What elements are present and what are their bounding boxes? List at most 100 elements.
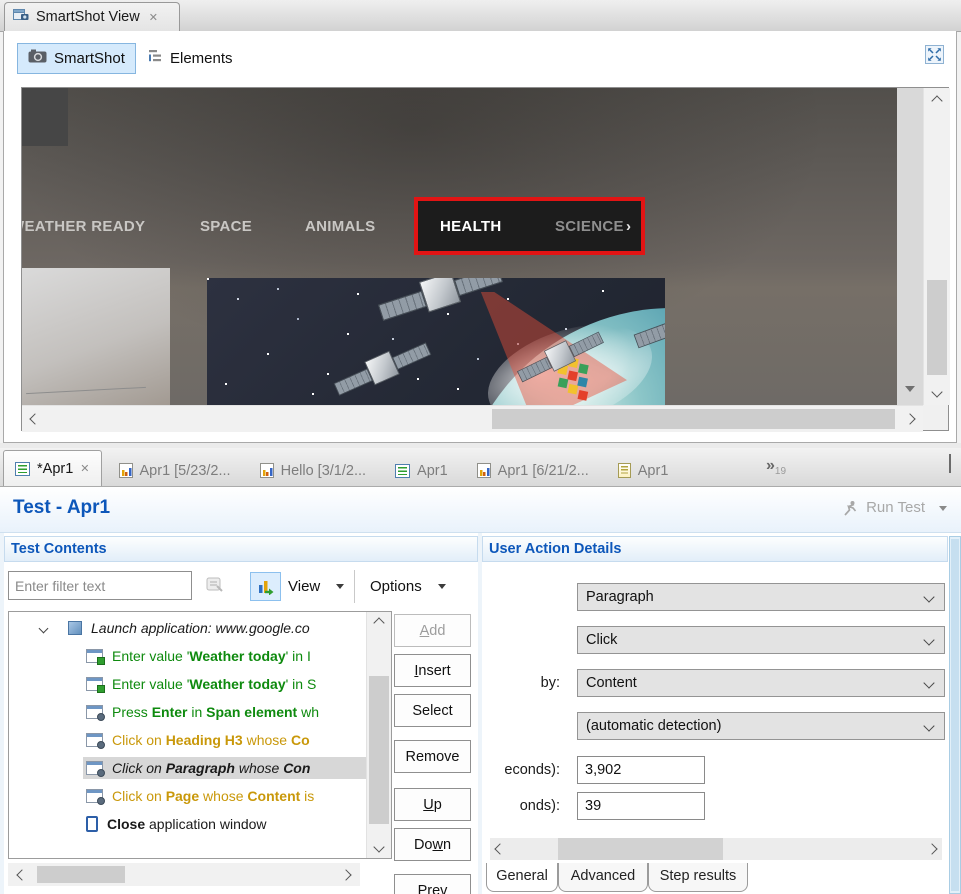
maximize-view-button[interactable] — [925, 45, 944, 64]
tree-item-content: Close application window — [83, 813, 367, 835]
smartshot-toggle-button[interactable]: SmartShot — [17, 43, 136, 74]
interval-seconds-input[interactable] — [577, 792, 705, 820]
view-menu-button[interactable]: View — [288, 572, 344, 601]
scrollbar-thumb[interactable] — [492, 409, 895, 429]
elements-toggle-label: Elements — [170, 50, 233, 67]
tab-step-results[interactable]: Step results — [648, 863, 748, 892]
tree-item[interactable]: Launch application: www.google.co — [9, 614, 367, 642]
tree-item[interactable]: Click on Page whose Content is — [9, 782, 367, 810]
website-screenshot: WEATHER READYSPACEANIMALSHEALTHSCIENCE› — [22, 88, 897, 405]
action-icon — [86, 789, 103, 803]
editor-tab-label: Apr1 — [417, 463, 448, 479]
site-nav-item: › — [626, 216, 631, 238]
chevron-down-icon — [923, 591, 934, 602]
chart-icon — [477, 463, 491, 478]
filter-icon — [206, 577, 224, 598]
scroll-left-icon[interactable] — [14, 863, 30, 886]
filter-input[interactable] — [8, 571, 192, 600]
editor-tab[interactable]: Hello [3/1/2... — [248, 454, 378, 486]
restore-button[interactable] — [949, 455, 951, 473]
scrollbar-thumb[interactable] — [369, 676, 389, 824]
tree-item[interactable]: Press Enter in Span element wh — [9, 698, 367, 726]
details-horizontal-scrollbar[interactable] — [490, 838, 942, 860]
view-tab-smartshot-view[interactable]: SmartShot View ✕ — [4, 2, 180, 31]
scrollbar-thumb[interactable] — [558, 838, 723, 860]
element-type-select[interactable]: Paragraph — [577, 583, 945, 611]
tree-item-label: Enter value 'Weather today' in S — [112, 676, 316, 692]
down-button[interactable]: Down — [394, 828, 471, 861]
tree-horizontal-scrollbar[interactable] — [8, 863, 360, 886]
editor-tab[interactable]: *Apr1✕ — [3, 450, 102, 486]
close-icon[interactable]: ✕ — [149, 11, 158, 24]
combo-value: Paragraph — [578, 589, 925, 605]
run-test-dropdown-icon[interactable] — [939, 506, 947, 515]
scroll-down-icon[interactable] — [367, 839, 391, 855]
tree-item[interactable]: Enter value 'Weather today' in I — [9, 642, 367, 670]
remove-button[interactable]: Remove — [394, 740, 471, 773]
tree-item[interactable]: Click on Heading H3 whose Co — [9, 726, 367, 754]
tab-advanced[interactable]: Advanced — [558, 863, 648, 892]
view-horizontal-scrollbar[interactable] — [22, 405, 923, 432]
editor-vertical-scrollbar[interactable] — [949, 536, 961, 894]
chevron-down-icon[interactable] — [35, 625, 51, 632]
editor-tab[interactable]: Apr1 [6/21/2... — [465, 454, 601, 486]
view-vertical-scrollbar[interactable] — [923, 88, 950, 405]
timeout-seconds-input[interactable] — [577, 756, 705, 784]
options-menu-label: Options — [370, 578, 422, 595]
scroll-right-icon[interactable] — [924, 838, 940, 860]
action-select[interactable]: Click — [577, 626, 945, 654]
add-button[interactable]: Add — [394, 614, 471, 647]
scrollbar-thumb[interactable] — [951, 539, 959, 891]
scroll-up-icon[interactable] — [924, 92, 950, 110]
chevron-down-icon — [336, 584, 344, 593]
select-button[interactable]: Select — [394, 694, 471, 727]
tree-item[interactable]: Enter value 'Weather today' in S — [9, 670, 367, 698]
scroll-right-icon[interactable] — [901, 406, 919, 432]
site-nav-item: SPACE — [200, 216, 252, 238]
page-vertical-scrollbar[interactable] — [897, 88, 923, 405]
scroll-up-icon[interactable] — [367, 615, 391, 631]
test-contents-header: Test Contents — [4, 536, 478, 562]
scroll-down-icon[interactable] — [905, 386, 915, 397]
tab-general[interactable]: General — [486, 863, 558, 892]
scrollbar-thumb[interactable] — [927, 280, 947, 375]
detection-select[interactable]: (automatic detection) — [577, 712, 945, 740]
editor-tab[interactable]: Apr1 [5/23/2... — [107, 454, 243, 486]
site-nav-item: SCIENCE — [555, 216, 624, 238]
scroll-down-icon[interactable] — [924, 383, 950, 401]
tree-item-label: Click on Page whose Content is — [112, 788, 314, 804]
toolbar-divider — [354, 570, 355, 603]
chevron-down-icon — [923, 677, 934, 688]
tree-vertical-scrollbar[interactable] — [366, 612, 391, 858]
scroll-left-icon[interactable] — [492, 838, 508, 860]
tab-overflow-indicator[interactable]: »19 — [766, 457, 786, 477]
editor-tab-label: Apr1 — [638, 463, 669, 479]
test-editor: *Apr1✕ Apr1 [5/23/2... Hello [3/1/2... Apr1… — [0, 448, 961, 894]
scroll-right-icon[interactable] — [338, 863, 354, 886]
editor-tab[interactable]: Apr1 — [606, 454, 681, 486]
scroll-left-icon[interactable] — [26, 406, 44, 432]
identify-by-select[interactable]: Content — [577, 669, 945, 697]
bar-chart-icon — [257, 579, 274, 595]
editor-tab-label: Apr1 [5/23/2... — [140, 463, 231, 479]
elements-toggle-button[interactable]: Elements — [140, 43, 241, 74]
tree-item[interactable]: Close application window — [9, 810, 367, 838]
up-button[interactable]: Up — [394, 788, 471, 821]
close-icon[interactable]: ✕ — [80, 462, 89, 475]
editor-tab[interactable]: Apr1 — [383, 454, 460, 486]
hidden-tab-count: 19 — [775, 466, 786, 477]
editor-tab-label: Hello [3/1/2... — [281, 463, 366, 479]
run-test-button[interactable]: Run Test — [842, 499, 925, 516]
view-mode-button[interactable] — [250, 572, 281, 601]
tree-item[interactable]: Click on Paragraph whose Con — [9, 754, 367, 782]
options-menu-button[interactable]: Options — [370, 572, 446, 601]
editor-panels: Test Contents View Options — [0, 533, 961, 894]
insert-button[interactable]: Insert — [394, 654, 471, 687]
view-tabbar: SmartShot View ✕ — [0, 0, 961, 32]
app-icon — [68, 621, 82, 635]
tree-item-label: Launch application: www.google.co — [91, 620, 310, 636]
test-contents-panel: Test Contents View Options — [4, 533, 478, 894]
prev-button[interactable]: Prev — [394, 874, 471, 894]
field-label: econds): — [482, 756, 570, 784]
scrollbar-thumb[interactable] — [37, 866, 125, 883]
